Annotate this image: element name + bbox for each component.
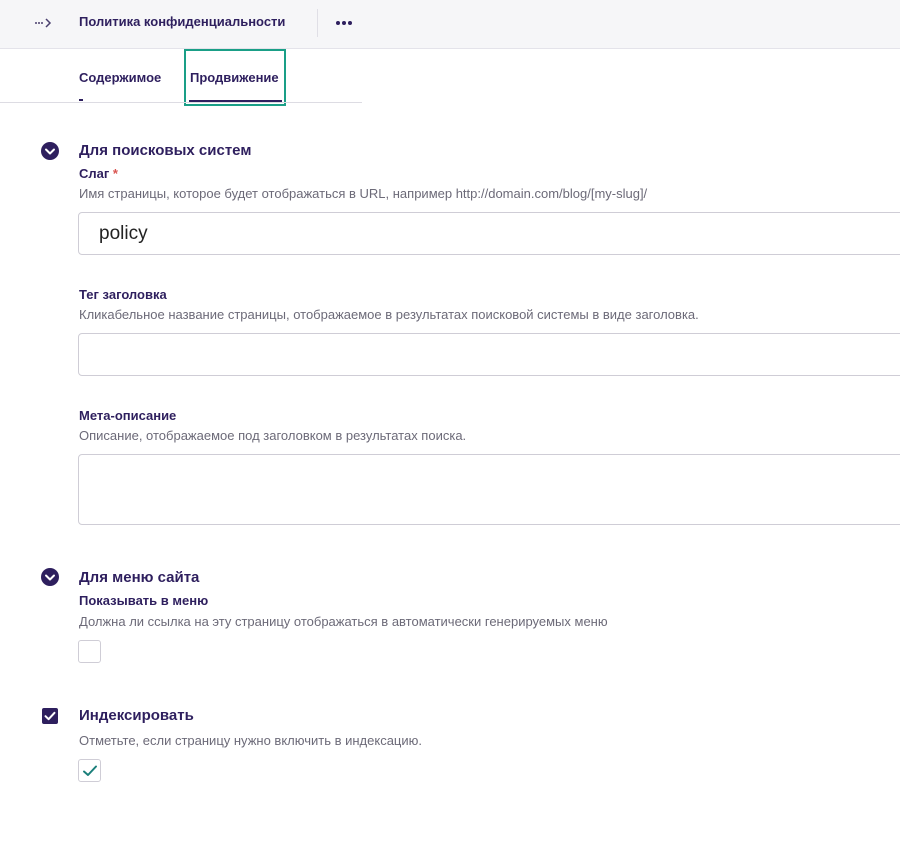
show-in-menu-checkbox[interactable]: [78, 640, 101, 663]
meta-description-help: Описание, отображаемое под заголовком в …: [79, 428, 467, 443]
slug-help: Имя страницы, которое будет отображаться…: [79, 186, 648, 201]
slug-input[interactable]: [78, 212, 900, 255]
tab-focus-ring: [184, 49, 286, 106]
page-title: Политика конфиденциальности: [79, 14, 286, 29]
section-title-seo: Для поисковых систем: [79, 142, 252, 159]
top-bar: Политика конфиденциальности: [0, 0, 900, 49]
meta-description-textarea[interactable]: [78, 454, 900, 525]
title-tag-label: Тег заголовка: [79, 287, 167, 302]
show-in-menu-label: Показывать в меню: [79, 593, 209, 608]
checkbox-checked-icon[interactable]: [42, 708, 58, 724]
breadcrumb-expand-icon[interactable]: [34, 14, 54, 32]
checkmark-icon: [83, 765, 97, 776]
slug-label: Слаг *: [79, 166, 118, 181]
slug-label-text: Слаг: [79, 166, 110, 181]
indexing-checkbox[interactable]: [78, 759, 101, 782]
header-divider: [317, 9, 318, 37]
section-title-menu: Для меню сайта: [79, 569, 200, 586]
show-in-menu-help: Должна ли ссылка на эту страницу отображ…: [79, 614, 608, 629]
meta-description-label: Мета-описание: [79, 408, 177, 423]
indexing-help: Отметьте, если страницу нужно включить в…: [79, 733, 422, 748]
chevron-down-circle-icon[interactable]: [41, 142, 59, 160]
title-tag-input[interactable]: [78, 333, 900, 376]
required-mark: *: [112, 166, 118, 181]
chevron-down-circle-icon[interactable]: [41, 568, 59, 586]
section-title-indexing: Индексировать: [79, 707, 194, 724]
tab-content-marker: [79, 99, 83, 101]
more-options-icon[interactable]: [335, 16, 353, 30]
tab-content[interactable]: Содержимое: [79, 70, 161, 85]
tabs-divider: [0, 102, 362, 103]
title-tag-help: Кликабельное название страницы, отобража…: [79, 307, 699, 322]
